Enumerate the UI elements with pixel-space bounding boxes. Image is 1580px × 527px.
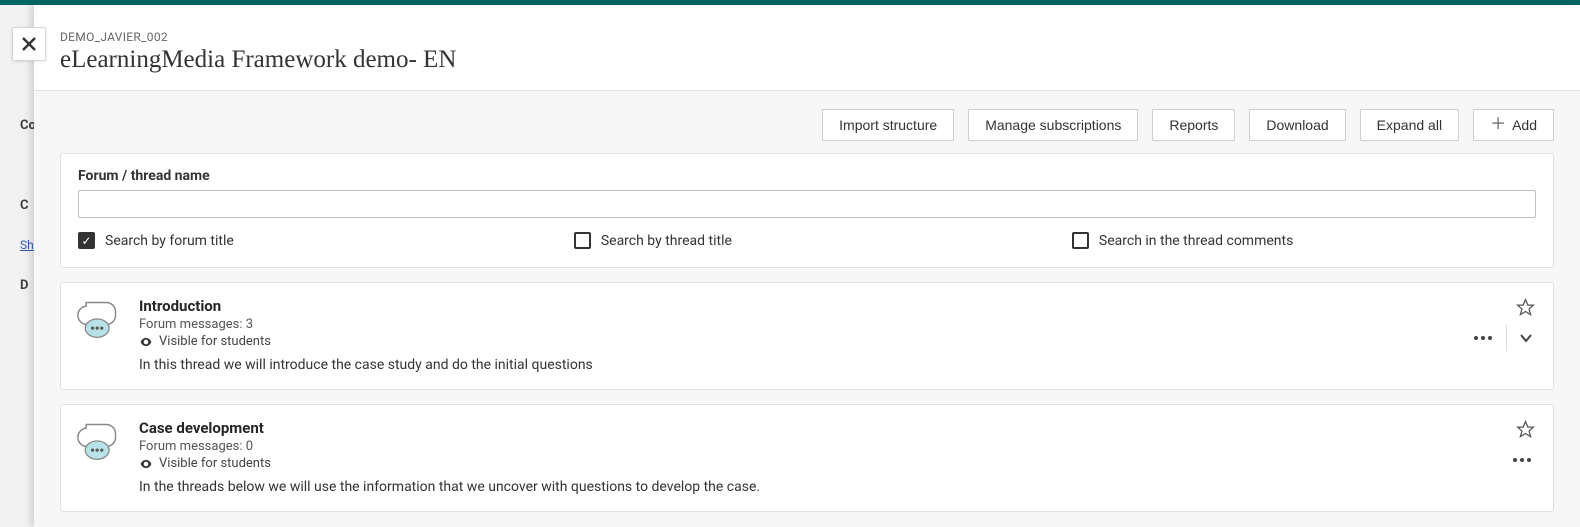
expand-all-button[interactable]: Expand all [1360, 109, 1459, 141]
content-area: Forum / thread name Search by forum titl… [34, 153, 1580, 527]
more-options-button[interactable] [1503, 445, 1541, 475]
forum-card: Introduction Forum messages: 3 Visible f… [60, 282, 1554, 390]
chevron-down-icon [1519, 331, 1533, 345]
search-input[interactable] [78, 190, 1536, 218]
download-button[interactable]: Download [1249, 109, 1345, 141]
panel-header: DEMO_JAVIER_002 eLearningMedia Framework… [34, 5, 1580, 91]
search-by-thread-title-checkbox[interactable]: Search by thread title [574, 232, 732, 249]
discussion-icon [77, 419, 121, 463]
close-button[interactable] [12, 27, 46, 61]
search-by-forum-title-checkbox[interactable]: Search by forum title [78, 232, 234, 249]
plus-icon: ＋ [1490, 117, 1506, 133]
search-label: Forum / thread name [78, 168, 1536, 184]
close-icon [22, 37, 36, 51]
reports-button[interactable]: Reports [1152, 109, 1235, 141]
forum-message-count: Forum messages: 0 [139, 439, 1537, 454]
eye-icon [139, 335, 153, 349]
course-code: DEMO_JAVIER_002 [60, 30, 1554, 44]
divider [1506, 325, 1507, 351]
obscured-link[interactable]: Sh [20, 238, 34, 252]
favorite-button[interactable] [1511, 293, 1539, 321]
page-title: eLearningMedia Framework demo- EN [60, 46, 1554, 74]
more-options-button[interactable] [1464, 323, 1502, 353]
forum-message-count: Forum messages: 3 [139, 317, 1537, 332]
checkbox-unchecked-icon [574, 232, 591, 249]
manage-subscriptions-button[interactable]: Manage subscriptions [968, 109, 1138, 141]
forum-title[interactable]: Introduction [139, 297, 1537, 315]
visibility-status: Visible for students [139, 334, 1537, 349]
expand-toggle[interactable] [1511, 323, 1541, 353]
eye-icon [139, 457, 153, 471]
add-button[interactable]: ＋Add [1473, 109, 1554, 141]
search-in-comments-checkbox[interactable]: Search in the thread comments [1072, 232, 1293, 249]
star-icon [1516, 420, 1535, 439]
forum-panel: DEMO_JAVIER_002 eLearningMedia Framework… [34, 5, 1580, 527]
import-structure-button[interactable]: Import structure [822, 109, 954, 141]
discussion-icon [77, 297, 121, 341]
forum-description: In the threads below we will use the inf… [139, 479, 1537, 495]
search-card: Forum / thread name Search by forum titl… [60, 153, 1554, 268]
forum-card: Case development Forum messages: 0 Visib… [60, 404, 1554, 512]
toolbar: Import structure Manage subscriptions Re… [34, 91, 1580, 153]
forum-description: In this thread we will introduce the cas… [139, 357, 1537, 373]
favorite-button[interactable] [1511, 415, 1539, 443]
forum-title[interactable]: Case development [139, 419, 1537, 437]
star-icon [1516, 298, 1535, 317]
visibility-status: Visible for students [139, 456, 1537, 471]
checkbox-unchecked-icon [1072, 232, 1089, 249]
checkbox-checked-icon [78, 232, 95, 249]
